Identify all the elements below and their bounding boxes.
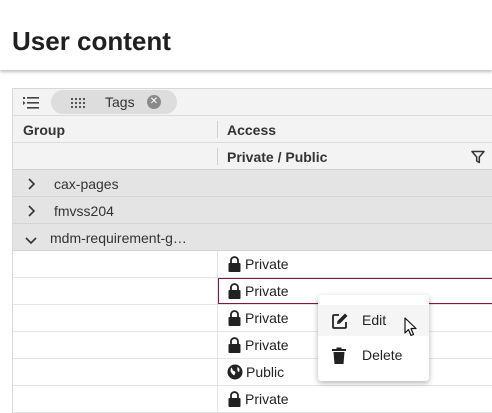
chevron-right-icon[interactable] — [27, 204, 37, 222]
group-row-label: fmvss204 — [54, 203, 114, 219]
group-row[interactable]: mdm-requirement-g… — [13, 224, 492, 251]
list-indent-icon[interactable] — [21, 94, 41, 111]
column-header-row: Group Access — [13, 116, 492, 143]
table-row[interactable]: Private — [13, 251, 492, 278]
access-value: Private — [245, 283, 289, 299]
access-value: Private — [245, 337, 289, 353]
globe-icon — [227, 364, 243, 380]
access-cell[interactable]: Private — [227, 391, 289, 407]
filter-icon[interactable] — [471, 150, 485, 169]
column-header-group[interactable]: Group — [23, 122, 65, 138]
access-value: Private — [245, 310, 289, 326]
user-content-page: User content Tags ✕ Group Access Private… — [0, 0, 492, 413]
edit-icon — [331, 312, 349, 335]
column-divider[interactable] — [217, 148, 218, 165]
page-title: User content — [12, 26, 171, 56]
column-subheader-row: Private / Public — [13, 143, 492, 170]
group-row-label: cax-pages — [54, 176, 119, 192]
column-subheader-access[interactable]: Private / Public — [227, 149, 327, 165]
grid-toolbar: Tags ✕ — [13, 89, 492, 116]
cell-divider — [217, 305, 218, 332]
column-divider[interactable] — [217, 121, 218, 138]
context-menu-label: Delete — [362, 347, 403, 363]
column-header-access[interactable]: Access — [227, 122, 276, 138]
chevron-down-icon[interactable] — [25, 233, 37, 251]
context-menu-label: Edit — [362, 312, 387, 328]
access-cell[interactable]: Private — [227, 256, 289, 272]
group-row-label: mdm-requirement-g… — [50, 230, 187, 246]
access-cell[interactable]: Private — [227, 283, 289, 299]
context-menu-delete[interactable]: Delete — [318, 340, 429, 371]
access-cell[interactable]: Private — [227, 310, 289, 326]
tag-chip-label: Tags — [105, 94, 135, 110]
cell-divider — [217, 251, 218, 278]
lock-icon — [228, 283, 241, 299]
lock-icon — [228, 310, 241, 326]
lock-icon — [228, 337, 241, 353]
cell-divider — [217, 359, 218, 386]
page-header: User content — [0, 0, 492, 70]
drag-grip-icon[interactable] — [71, 96, 85, 114]
group-row[interactable]: cax-pages — [13, 170, 492, 197]
chevron-right-icon[interactable] — [27, 177, 37, 195]
tag-chip[interactable]: Tags ✕ — [51, 90, 177, 114]
lock-icon — [228, 256, 241, 272]
access-value: Private — [245, 256, 289, 272]
cell-divider — [217, 332, 218, 359]
access-value: Public — [246, 364, 285, 380]
cell-divider — [217, 386, 218, 413]
mouse-pointer-icon — [404, 317, 418, 342]
close-circle-icon[interactable]: ✕ — [147, 95, 161, 109]
group-row[interactable]: fmvss204 — [13, 197, 492, 224]
access-value: Private — [245, 391, 289, 407]
table-row[interactable]: Private — [13, 386, 492, 413]
access-cell[interactable]: Private — [227, 337, 289, 353]
trash-icon — [331, 347, 347, 370]
lock-icon — [228, 391, 241, 407]
access-cell[interactable]: Public — [227, 364, 284, 380]
